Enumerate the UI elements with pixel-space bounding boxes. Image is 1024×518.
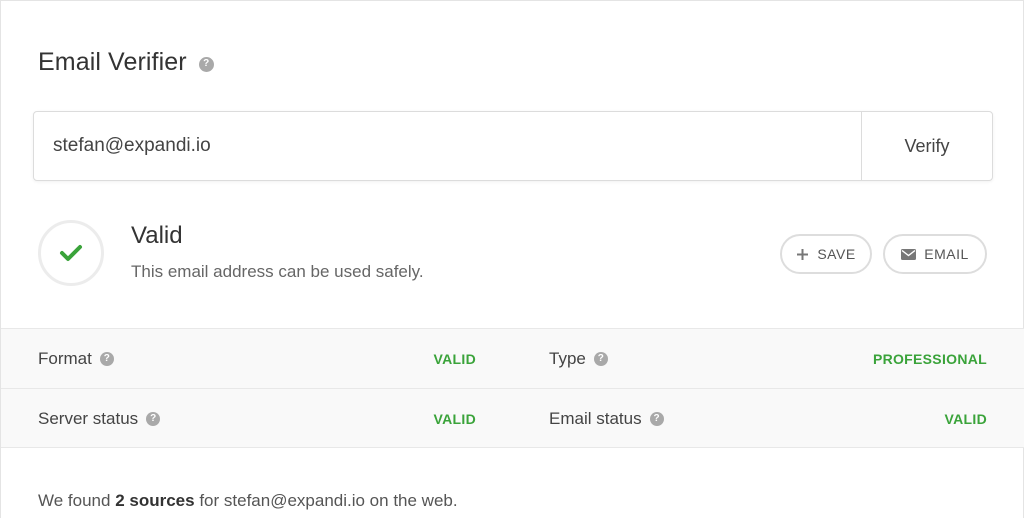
email-input[interactable] [34,112,861,180]
plus-icon [796,248,809,261]
format-label-cell: Format ? [38,329,114,389]
title-row: Email Verifier ? [38,45,214,79]
type-label-cell: Type ? [549,329,608,389]
envelope-icon [901,248,917,260]
save-button[interactable]: SAVE [780,234,872,274]
email-status-label-cell: Email status ? [549,389,664,449]
server-status-value: VALID [433,411,476,427]
stat-row: Server status ? VALID Email status ? VAL… [1,388,1024,448]
check-icon [60,245,82,261]
stats-table: Format ? VALID Type ? PROFESSIONAL Serve… [1,328,1024,448]
email-status-label: Email status [549,409,642,428]
help-icon[interactable]: ? [198,56,214,72]
email-status-value: VALID [944,411,987,427]
verification-result: Valid This email address can be used saf… [38,220,988,288]
type-value: PROFESSIONAL [872,351,987,367]
type-label: Type [549,349,586,368]
verify-button[interactable]: Verify [861,112,992,180]
status-circle [38,220,104,286]
save-label: SAVE [817,246,856,262]
help-icon[interactable]: ? [593,352,608,366]
sources-count[interactable]: 2 sources [115,491,194,510]
sources-prefix: We found [38,491,111,510]
sources-suffix: for stefan@expandi.io on the web. [199,491,458,510]
email-search-bar: Verify [33,111,993,181]
stat-row: Format ? VALID Type ? PROFESSIONAL [1,328,1024,388]
help-icon[interactable]: ? [146,412,161,426]
sources-summary: We found 2 sources for stefan@expandi.io… [38,491,458,511]
server-status-label-cell: Server status ? [38,389,161,449]
format-label: Format [38,349,92,368]
email-button[interactable]: EMAIL [883,234,987,274]
format-value: VALID [433,351,476,367]
help-icon[interactable]: ? [99,352,114,366]
result-status: Valid [131,222,183,249]
server-status-label: Server status [38,409,139,428]
result-description: This email address can be used safely. [131,262,424,281]
page-title: Email Verifier [38,47,187,76]
help-icon[interactable]: ? [649,412,664,426]
email-label: EMAIL [924,246,969,262]
email-verifier-card: Email Verifier ? Verify Valid This email… [0,0,1024,518]
